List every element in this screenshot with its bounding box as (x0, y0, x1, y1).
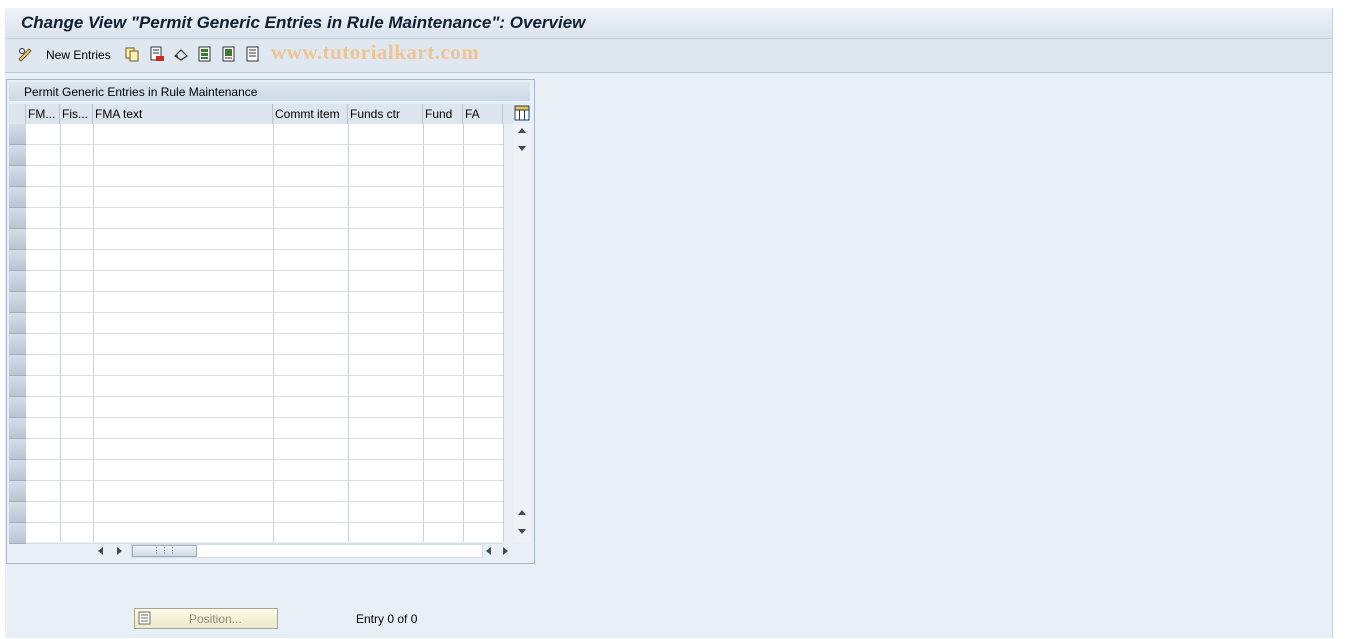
row-selector[interactable] (9, 334, 26, 355)
edit-glasses-icon[interactable] (17, 46, 33, 62)
scroll-right-icon[interactable] (117, 547, 122, 555)
scroll-page-up-icon[interactable] (518, 510, 526, 515)
scroll-page-down-icon[interactable] (518, 146, 526, 151)
position-button[interactable]: Position... (134, 608, 278, 629)
scroll-left-end-icon[interactable] (486, 547, 491, 555)
table-row (26, 438, 503, 439)
column-header-commt-item[interactable]: Commt item (273, 104, 348, 124)
horizontal-scrollbar[interactable]: ⋮⋮⋮ (95, 543, 513, 559)
row-selector[interactable] (9, 313, 26, 334)
scroll-down-icon[interactable] (518, 529, 526, 534)
application-toolbar: New Entries www.tutorialkart.com (5, 39, 1332, 73)
table-row (26, 186, 503, 187)
position-icon (138, 611, 151, 625)
scroll-up-icon[interactable] (518, 128, 526, 133)
row-selector[interactable] (9, 208, 26, 229)
row-selector[interactable] (9, 166, 26, 187)
table-row (26, 270, 503, 271)
row-selector[interactable] (9, 376, 26, 397)
row-selector[interactable] (9, 355, 26, 376)
select-block-icon[interactable] (221, 46, 237, 62)
table-row (26, 144, 503, 145)
row-selector[interactable] (9, 523, 26, 544)
select-all-icon[interactable] (197, 46, 213, 62)
column-header-fa[interactable]: FA (463, 104, 503, 124)
entry-status: Entry 0 of 0 (356, 612, 418, 626)
row-selector[interactable] (9, 460, 26, 481)
select-all-rows-header[interactable] (9, 104, 26, 124)
table-row (26, 291, 503, 292)
row-selector[interactable] (9, 250, 26, 271)
row-selector[interactable] (9, 481, 26, 502)
column-header-fund[interactable]: Fund (423, 104, 463, 124)
row-selector[interactable] (9, 292, 26, 313)
table-row (26, 480, 503, 481)
scroll-right-end-icon[interactable] (503, 547, 508, 555)
vertical-scrollbar[interactable] (514, 124, 531, 542)
title-bar: Change View "Permit Generic Entries in R… (5, 8, 1332, 39)
undo-icon[interactable] (173, 46, 189, 62)
delete-icon[interactable] (149, 46, 165, 62)
column-header-fm[interactable]: FM... (26, 104, 60, 124)
new-entries-button[interactable]: New Entries (46, 48, 111, 62)
table-settings-icon[interactable] (514, 105, 530, 121)
table-row (26, 459, 503, 460)
column-header-fma-text[interactable]: FMA text (93, 104, 273, 124)
watermark: www.tutorialkart.com (271, 40, 480, 64)
copy-icon[interactable] (124, 46, 140, 62)
table-row (26, 165, 503, 166)
row-selector[interactable] (9, 439, 26, 460)
row-selector[interactable] (9, 271, 26, 292)
table-row (26, 396, 503, 397)
table-row (26, 312, 503, 313)
column-header-funds-ctr[interactable]: Funds ctr (348, 104, 423, 124)
table-caption: Permit Generic Entries in Rule Maintenan… (9, 82, 530, 101)
row-selector[interactable] (9, 229, 26, 250)
scroll-left-icon[interactable] (98, 547, 103, 555)
row-selector[interactable] (9, 418, 26, 439)
table-row (26, 354, 503, 355)
table-row (26, 417, 503, 418)
table-row (26, 522, 503, 523)
row-selector[interactable] (9, 502, 26, 523)
table-row (26, 333, 503, 334)
position-button-label: Position... (189, 612, 242, 626)
table-row (26, 207, 503, 208)
table-caption-text: Permit Generic Entries in Rule Maintenan… (24, 85, 258, 99)
table-row (26, 501, 503, 502)
deselect-all-icon[interactable] (245, 46, 261, 62)
table-row (26, 249, 503, 250)
row-selector[interactable] (9, 124, 26, 145)
row-selector[interactable] (9, 187, 26, 208)
column-header-fiscal[interactable]: Fis... (60, 104, 93, 124)
horizontal-scroll-track[interactable]: ⋮⋮⋮ (131, 544, 483, 558)
row-selector[interactable] (9, 145, 26, 166)
table-control: Permit Generic Entries in Rule Maintenan… (6, 79, 535, 564)
page-title: Change View "Permit Generic Entries in R… (21, 13, 586, 32)
table-row (26, 228, 503, 229)
row-selector[interactable] (9, 397, 26, 418)
table-row (26, 375, 503, 376)
horizontal-scroll-thumb[interactable]: ⋮⋮⋮ (132, 545, 197, 557)
